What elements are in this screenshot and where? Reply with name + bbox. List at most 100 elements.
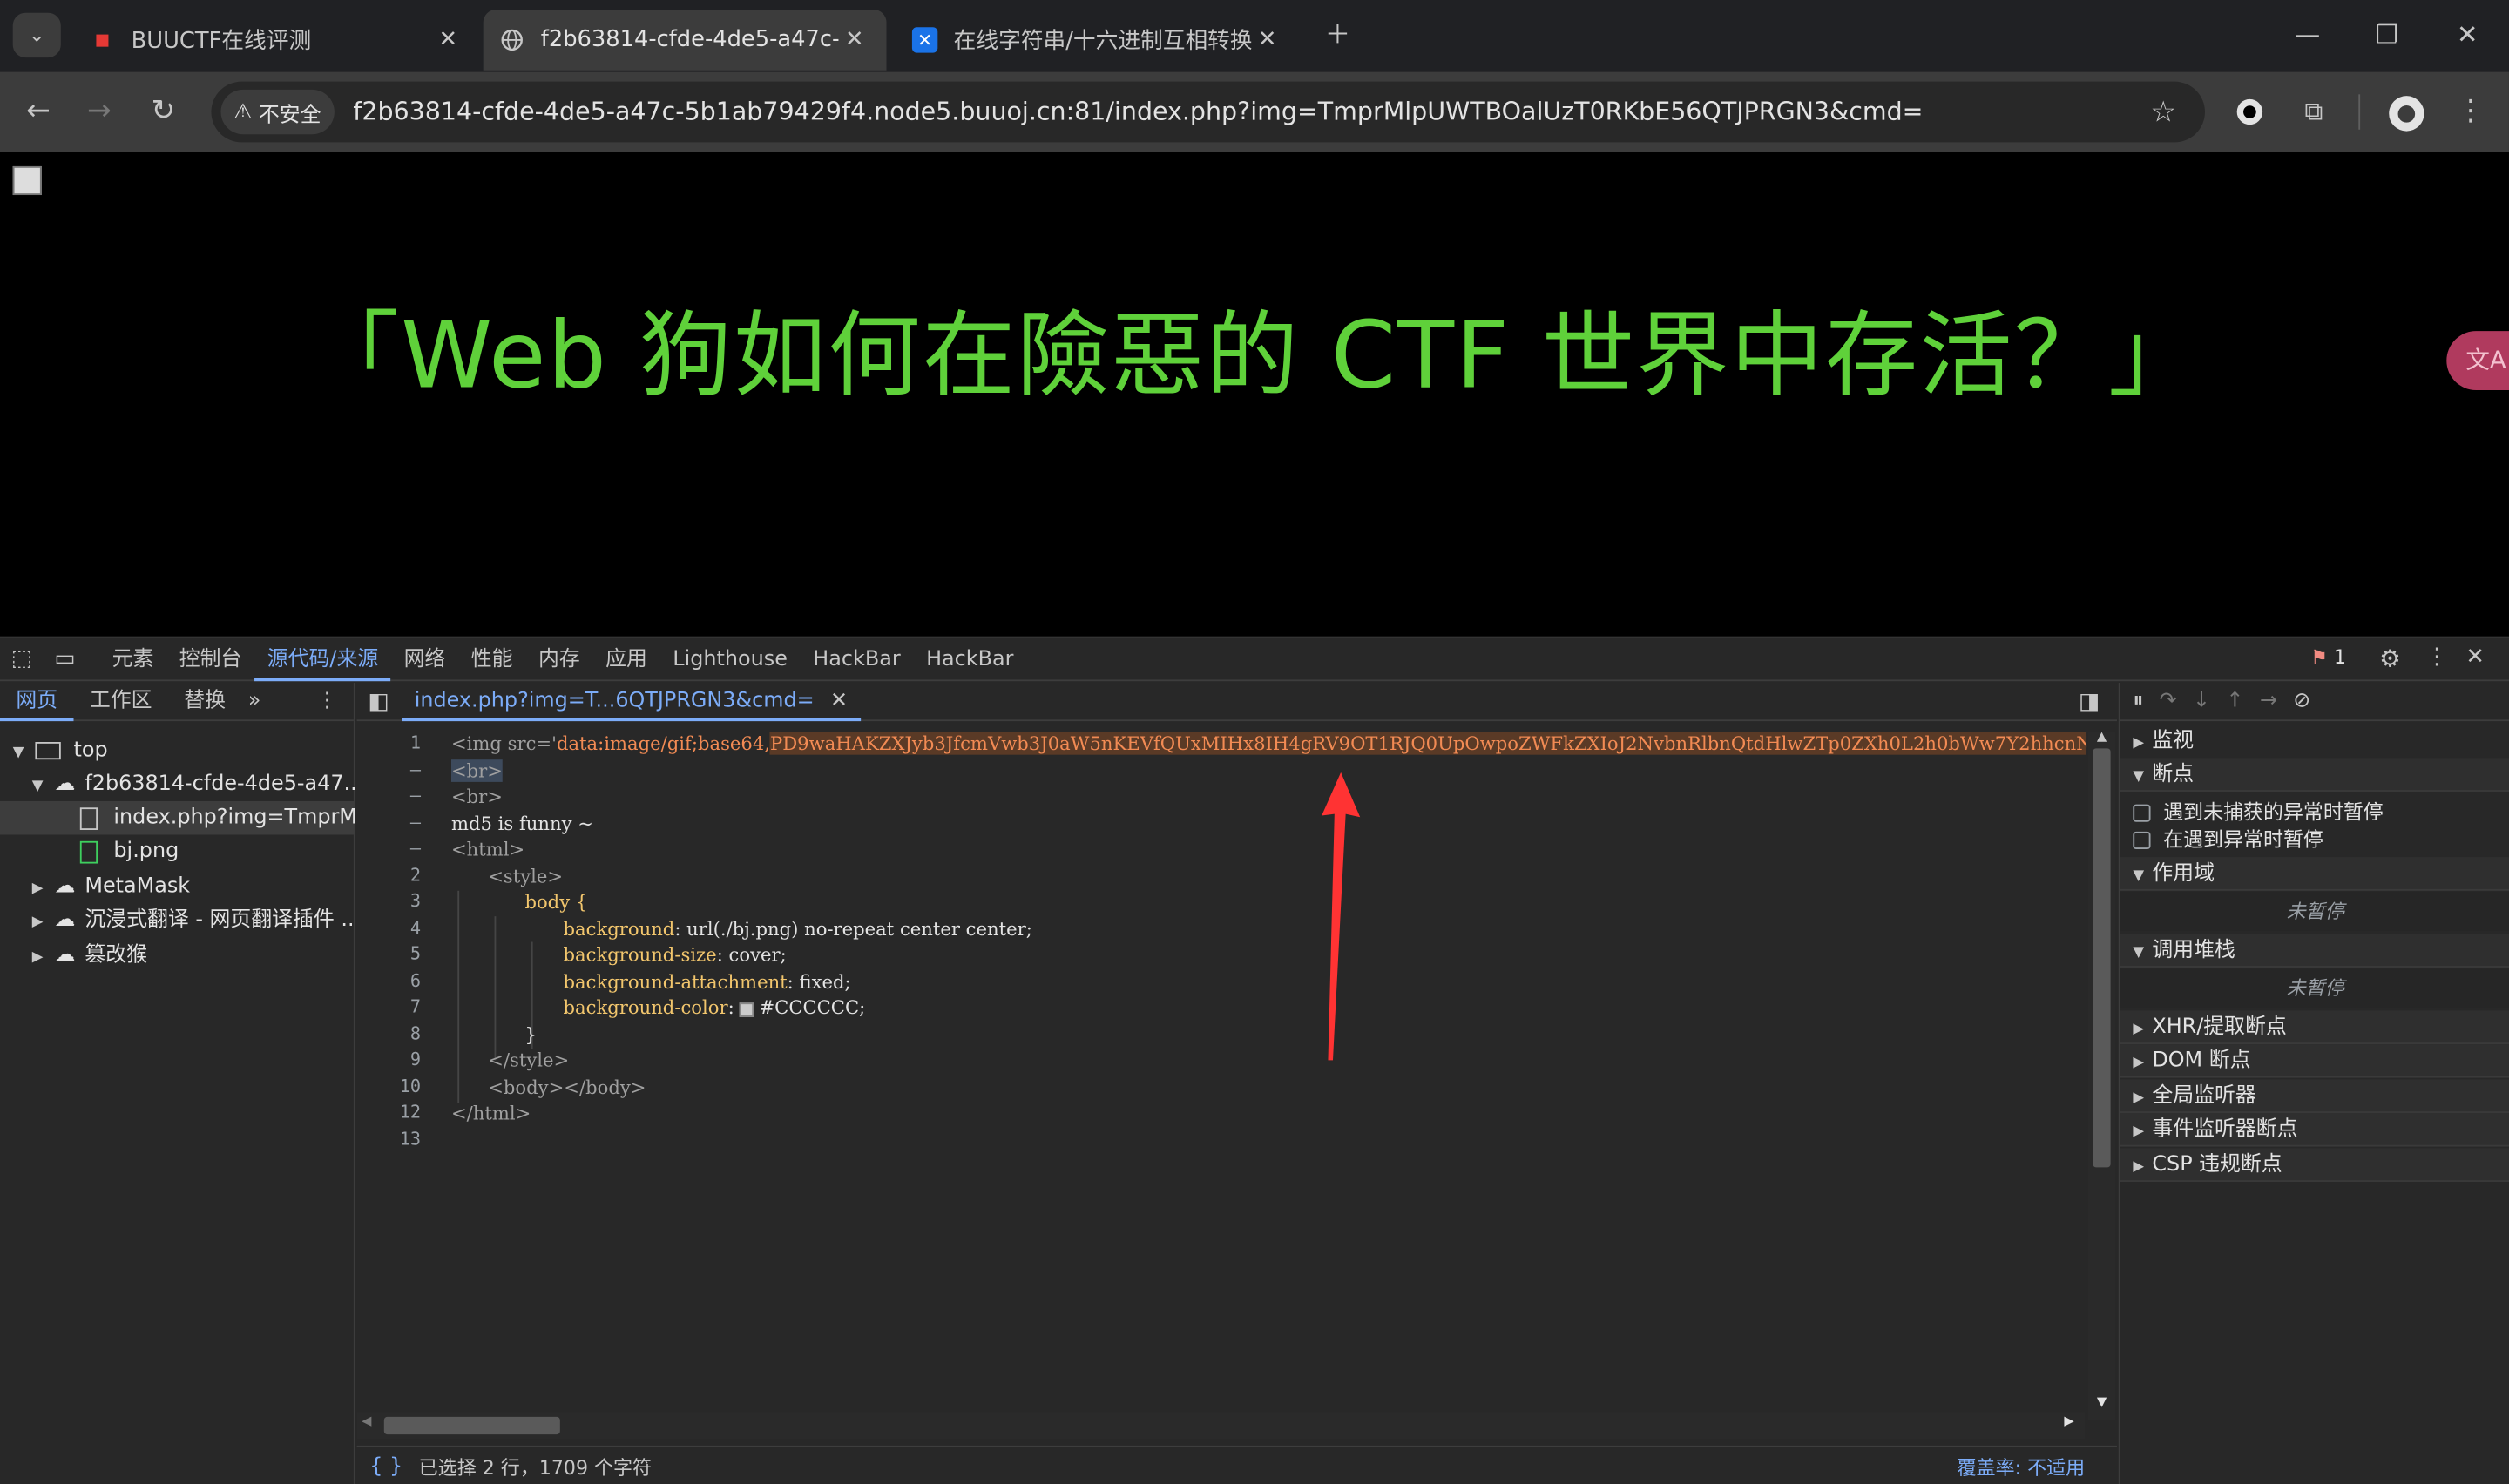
tree-item-immersive-translate[interactable]: ▶ ☁ 沉浸式翻译 - 网页翻译插件 ... [0,903,355,937]
tab-current-page[interactable]: f2b63814-cfde-4de5-a47c-5b ✕ [483,10,887,71]
tree-item-top[interactable]: ▼ top [0,734,355,768]
color-swatch-icon[interactable] [740,1002,754,1016]
code-line[interactable]: } [451,1021,2086,1047]
horizontal-scroll-thumb[interactable] [383,1416,560,1435]
tab-application[interactable]: 应用 [592,637,659,681]
tab-buuctf[interactable]: ■ BUUCTF在线评测 ✕ [73,10,480,71]
code-line[interactable]: <img src='data:image/gif;base64,PD9waHAK… [451,731,2087,757]
close-file-icon[interactable]: ✕ [830,689,848,713]
tab-elements[interactable]: 元素 [99,637,166,681]
tree-item-tampermonkey[interactable]: ▶ ☁ 篡改猴 [0,939,355,973]
section-csp-breakpoints[interactable]: ▶ CSP 违规断点 [2120,1148,2509,1182]
code-line[interactable]: background-attachment: fixed; [451,968,2086,995]
code-line[interactable]: </html> [451,1100,2086,1126]
address-bar[interactable]: ⚠ 不安全 f2b63814-cfde-4de5-a47c-5b1ab79429… [211,81,2205,143]
restore-icon[interactable]: ❐ [2365,16,2410,54]
code-line[interactable]: body { [451,889,2086,915]
code-line[interactable]: </style> [451,1048,2086,1074]
pause-caught-checkbox[interactable]: 在遇到异常时暂停 [2120,822,2509,856]
close-tab-icon[interactable]: ✕ [1251,27,1283,52]
step-into-icon[interactable]: ↓ [2193,689,2210,713]
tab-network[interactable]: 网络 [391,637,458,681]
tab-hackbar-2[interactable]: HackBar [913,637,1026,681]
toggle-navigator-icon[interactable]: ◧ [368,689,389,714]
section-breakpoints[interactable]: ▼ 断点 [2120,758,2509,792]
nav-tab-workspace[interactable]: 工作区 [74,682,168,720]
line-number: 5 [409,943,422,965]
section-scope[interactable]: ▼ 作用域 [2120,857,2509,891]
tab-sources[interactable]: 源代码/来源 [254,637,391,681]
tab-search-chevron-icon[interactable]: ⌄ [12,12,61,58]
pause-icon[interactable]: ⏸ [2133,689,2143,713]
extension-circle-icon[interactable] [2230,92,2269,131]
tree-item-origin[interactable]: ▼ ☁ f2b63814-cfde-4de5-a47... [0,767,355,801]
minimize-icon[interactable]: — [2285,16,2330,54]
tab-memory[interactable]: 内存 [525,637,592,681]
checkbox-icon[interactable] [2133,831,2151,850]
code-line[interactable]: <style> [451,863,2086,889]
section-watch[interactable]: ▶ 监视 [2120,725,2509,759]
section-callstack[interactable]: ▼ 调用堆栈 [2120,934,2509,968]
nav-tab-page[interactable]: 网页 [0,682,74,721]
extensions-puzzle-icon[interactable]: ⧉ [2295,92,2333,131]
code-line[interactable]: <br> [450,757,2086,783]
security-chip[interactable]: ⚠ 不安全 [220,89,335,135]
profile-avatar-icon[interactable]: ● [2387,92,2425,132]
tab-performance[interactable]: 性能 [458,637,525,681]
scroll-right-icon[interactable]: ▶ [2064,1413,2073,1428]
code-line[interactable]: background: url(./bj.png) no-repeat cent… [451,915,2086,941]
url-text[interactable]: f2b63814-cfde-4de5-a47c-5b1ab79429f4.nod… [353,98,2144,126]
code-line[interactable]: background-color: #CCCCCC; [451,995,2086,1021]
settings-gear-icon[interactable]: ⚙ [2379,644,2401,673]
deactivate-breakpoints-icon[interactable]: ⊘ [2293,689,2310,713]
tree-item-metamask[interactable]: ▶ ☁ MetaMask [0,870,355,904]
new-tab-plus-icon[interactable]: ＋ [1315,16,1360,54]
scroll-left-icon[interactable]: ◀ [362,1413,371,1428]
horizontal-scrollbar[interactable]: ◀ ▶ [356,1412,2086,1440]
code-line[interactable]: background-size: cover; [451,942,2086,968]
vertical-scrollbar[interactable]: ▲ ▼ [2087,729,2116,1420]
bookmark-star-icon[interactable]: ☆ [2144,95,2182,129]
close-window-icon[interactable]: ✕ [2445,16,2489,54]
tree-item-bj-png[interactable]: bj.png [0,834,355,868]
pretty-print-braces-icon[interactable]: { } [369,1454,402,1479]
devtools-close-icon[interactable]: ✕ [2465,644,2485,670]
vertical-scroll-thumb[interactable] [2093,748,2111,1168]
section-dom-breakpoints[interactable]: ▶ DOM 断点 [2120,1044,2509,1078]
code-line[interactable]: <br> [451,784,2086,810]
menu-kebab-icon[interactable]: ⋮ [2452,92,2490,131]
checkbox-icon[interactable] [2133,804,2151,822]
section-global-listeners[interactable]: ▶ 全局监听器 [2120,1079,2509,1113]
code-line[interactable]: <html> [451,836,2086,862]
nav-tab-overrides[interactable]: 替换 [168,682,242,720]
close-tab-icon[interactable]: ✕ [432,27,464,52]
tree-item-index-php[interactable]: index.php?img=TmprM... [0,800,355,835]
navigator-menu-icon[interactable]: ⋮ [301,682,354,720]
step-out-icon[interactable]: ↑ [2226,689,2243,713]
section-xhr-breakpoints[interactable]: ▶ XHR/提取断点 [2120,1010,2509,1045]
device-toolbar-icon[interactable]: ▭ [44,646,87,671]
forward-arrow-icon[interactable]: → [80,92,118,131]
scroll-up-icon[interactable]: ▲ [2088,729,2115,744]
editor-file-tab[interactable]: index.php?img=T...6QTJPRGN3&cmd= ✕ [402,683,861,722]
translate-fab-icon[interactable]: 文A [2446,331,2509,391]
tab-console[interactable]: 控制台 [166,637,254,681]
toggle-debugger-icon[interactable]: ◨ [2079,689,2100,714]
tab-lighthouse[interactable]: Lighthouse [660,637,801,681]
inspect-element-icon[interactable]: ⬚ [0,646,44,671]
close-tab-icon[interactable]: ✕ [838,27,870,52]
scroll-down-icon[interactable]: ▼ [2088,1394,2115,1409]
coverage-link[interactable]: 覆盖率: 不适用 [1957,1453,2085,1480]
code-line[interactable]: <body></body> [451,1074,2086,1100]
step-icon[interactable]: → [2260,689,2277,713]
code-line[interactable]: md5 is funny ~ [451,810,2086,836]
section-event-listener-breakpoints[interactable]: ▶ 事件监听器断点 [2120,1112,2509,1147]
more-tabs-chevron-icon[interactable]: » [241,682,267,720]
tab-hackbar[interactable]: HackBar [801,637,914,681]
back-arrow-icon[interactable]: ← [19,92,57,131]
tab-hex-converter[interactable]: ✕ 在线字符串/十六进制互相转换- ✕ [896,10,1300,71]
devtools-menu-icon[interactable]: ⋮ [2425,644,2448,670]
reload-icon[interactable]: ↻ [144,92,182,131]
step-over-icon[interactable]: ↷ [2160,689,2177,713]
issues-badge[interactable]: ⚑ 1 [2310,646,2346,669]
